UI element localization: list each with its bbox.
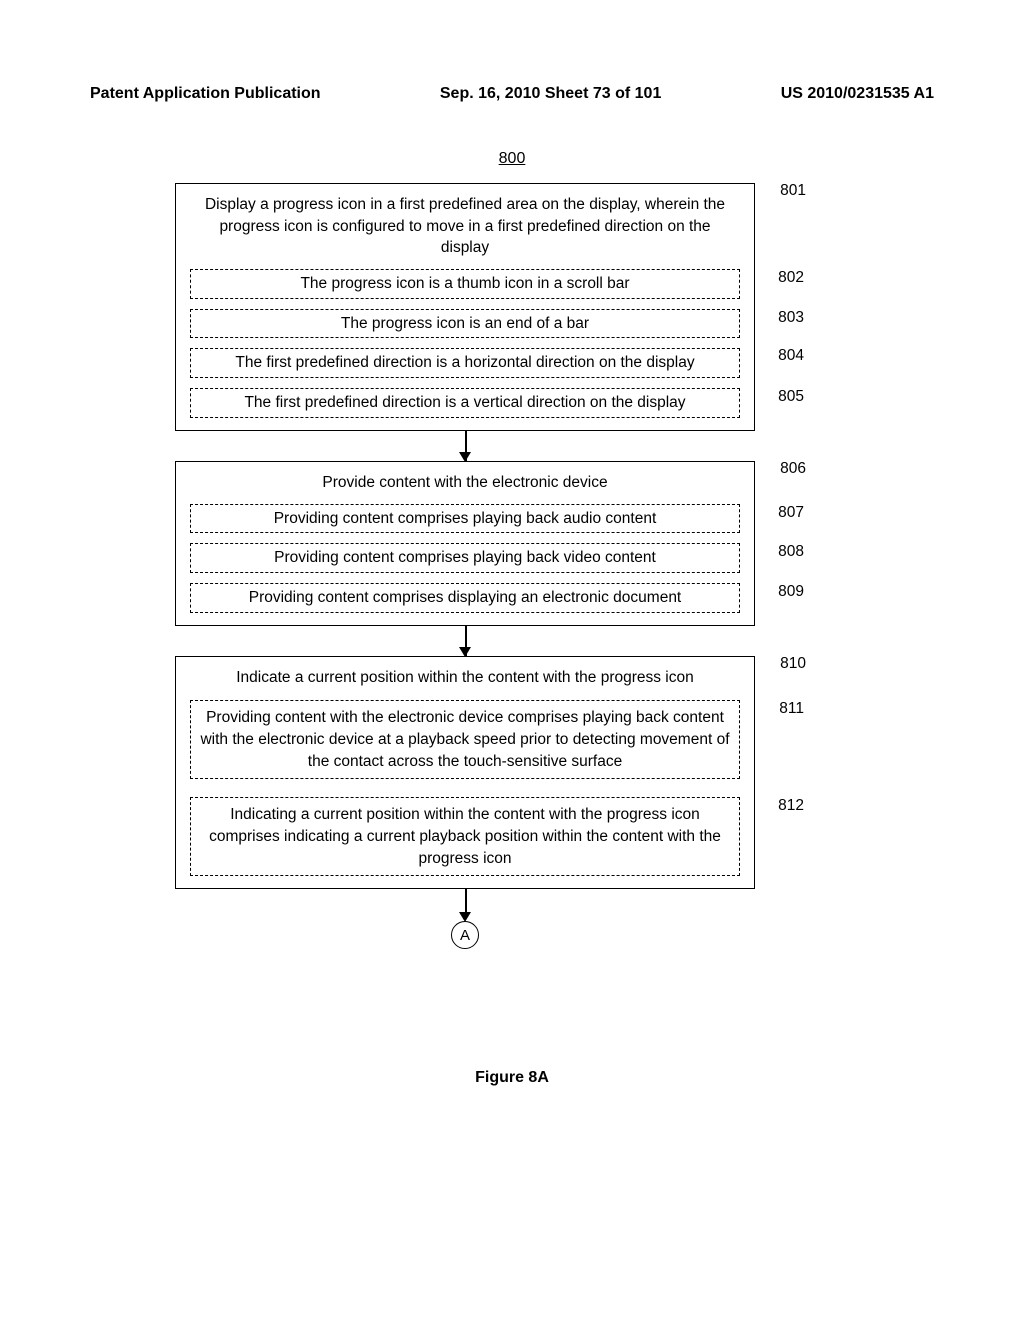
header-left: Patent Application Publication (90, 85, 321, 103)
flow-step-806: 806 Provide content with the electronic … (175, 461, 755, 626)
substep-text: Providing content comprises playing back… (274, 549, 656, 566)
figure-reference-number: 800 (0, 150, 1024, 168)
ref-label-806: 806 (780, 460, 806, 478)
ref-label-808: 808 (778, 541, 804, 563)
substep-text: Indicating a current position within the… (209, 806, 721, 866)
page-header: Patent Application Publication Sep. 16, … (0, 85, 1024, 103)
flow-arrow-icon (175, 431, 755, 461)
substep-text: Providing content with the electronic de… (200, 709, 729, 769)
ref-label-807: 807 (778, 502, 804, 524)
ref-label-802: 802 (778, 267, 804, 289)
ref-label-805: 805 (778, 386, 804, 408)
arrow-line-icon (465, 889, 467, 913)
flow-substep-805: The first predefined direction is a vert… (190, 388, 740, 418)
flow-substep-804: The first predefined direction is a hori… (190, 348, 740, 378)
ref-label-810: 810 (780, 655, 806, 673)
flow-arrow-icon (175, 626, 755, 656)
header-right: US 2010/0231535 A1 (781, 85, 934, 103)
flow-step-810: 810 Indicate a current position within t… (175, 656, 755, 890)
ref-label-804: 804 (778, 345, 804, 367)
flow-substep-812: Indicating a current position within the… (190, 797, 740, 876)
substep-text: Providing content comprises displaying a… (249, 589, 682, 606)
step-main-text: Provide content with the electronic devi… (190, 472, 740, 494)
flow-substep-803: The progress icon is an end of a bar 803 (190, 309, 740, 339)
flow-substep-808: Providing content comprises playing back… (190, 543, 740, 573)
substep-text: Providing content comprises playing back… (274, 510, 657, 527)
flow-substep-802: The progress icon is a thumb icon in a s… (190, 269, 740, 299)
substep-text: The first predefined direction is a hori… (235, 354, 694, 371)
figure-caption: Figure 8A (0, 1069, 1024, 1087)
ref-label-809: 809 (778, 581, 804, 603)
substep-text: The progress icon is a thumb icon in a s… (300, 275, 629, 292)
ref-label-803: 803 (778, 307, 804, 329)
flow-substep-811: Providing content with the electronic de… (190, 700, 740, 779)
flowchart: 801 Display a progress icon in a first p… (175, 183, 815, 949)
figure-area: 800 801 Display a progress icon in a fir… (0, 150, 1024, 1087)
substep-text: The progress icon is an end of a bar (341, 315, 589, 332)
step-main-text: Indicate a current position within the c… (190, 667, 740, 689)
flow-step-801: 801 Display a progress icon in a first p… (175, 183, 755, 431)
step-main-text: Display a progress icon in a first prede… (190, 194, 740, 259)
flow-connector-a: A (175, 889, 755, 949)
header-center: Sep. 16, 2010 Sheet 73 of 101 (440, 85, 661, 103)
flow-substep-809: Providing content comprises displaying a… (190, 583, 740, 613)
connector-circle: A (451, 921, 479, 949)
ref-label-811: 811 (779, 698, 804, 720)
flow-substep-807: Providing content comprises playing back… (190, 504, 740, 534)
ref-label-801: 801 (780, 182, 806, 200)
ref-label-812: 812 (778, 795, 804, 817)
substep-text: The first predefined direction is a vert… (244, 394, 685, 411)
